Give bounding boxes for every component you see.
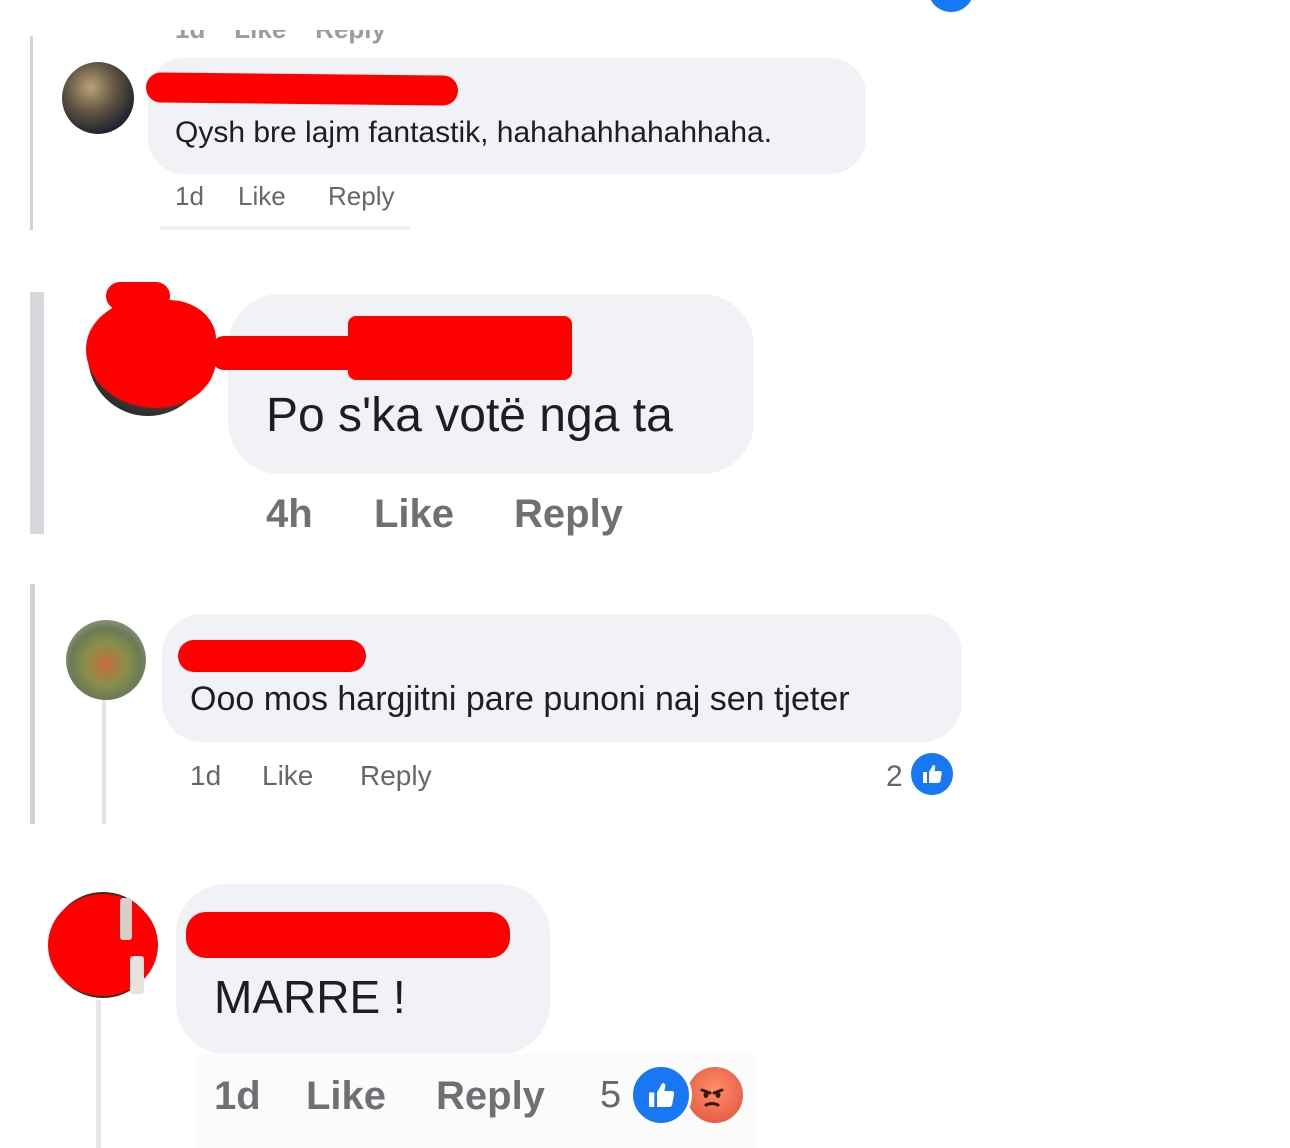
avatar[interactable]	[62, 62, 134, 134]
partial-comment-meta: 1d Like Reply	[175, 14, 386, 44]
redacted-avatar-mark	[106, 282, 170, 310]
redacted-author-name[interactable]	[145, 72, 459, 106]
comment-time[interactable]: 1d	[214, 1074, 261, 1119]
like-button[interactable]: Like	[306, 1074, 386, 1119]
reply-button[interactable]: Reply	[436, 1074, 545, 1119]
reply-button[interactable]: Reply	[360, 760, 432, 792]
like-button[interactable]: Like	[374, 492, 454, 537]
comment-text: Ooo mos hargjitni pare punoni naj sen tj…	[190, 680, 850, 718]
comment-time[interactable]: 1d	[190, 760, 221, 792]
thread-line	[30, 292, 44, 534]
comment-time[interactable]: 1d	[175, 181, 204, 212]
comment-text: Po s'ka votë nga ta	[266, 389, 673, 442]
reaction-count[interactable]: 5	[600, 1074, 621, 1117]
avatar-detail	[120, 898, 132, 940]
like-button[interactable]: Like	[238, 181, 286, 212]
thumbs-up-icon	[649, 1083, 675, 1107]
avatar[interactable]	[66, 620, 146, 700]
next-comment-edge	[160, 226, 410, 230]
thread-line	[30, 584, 35, 824]
thread-line	[30, 36, 33, 230]
like-button[interactable]: Like	[262, 760, 313, 792]
redacted-author-name[interactable]	[178, 640, 366, 672]
redacted-author-name[interactable]	[186, 912, 510, 958]
like-icon[interactable]	[630, 1064, 692, 1126]
thread-line	[102, 698, 106, 824]
reply-button[interactable]: Reply	[328, 181, 394, 212]
comment-bubble	[176, 884, 550, 1054]
comment-text: MARRE !	[214, 971, 406, 1023]
reply-button[interactable]: Reply	[514, 492, 623, 537]
angry-icon[interactable]	[684, 1064, 746, 1126]
redacted-author-name[interactable]	[348, 316, 572, 380]
avatar-detail	[130, 956, 144, 994]
notification-dot	[928, 0, 974, 12]
comment-text: Qysh bre lajm fantastik, hahahahhahahhah…	[175, 116, 773, 149]
like-icon[interactable]	[908, 750, 956, 798]
reaction-count[interactable]: 2	[886, 760, 903, 794]
comment-time[interactable]: 4h	[266, 492, 313, 537]
thread-line	[96, 1000, 101, 1148]
thumbs-up-icon	[923, 765, 942, 783]
comment-bubble	[162, 614, 962, 742]
angry-face-icon	[700, 1088, 724, 1107]
